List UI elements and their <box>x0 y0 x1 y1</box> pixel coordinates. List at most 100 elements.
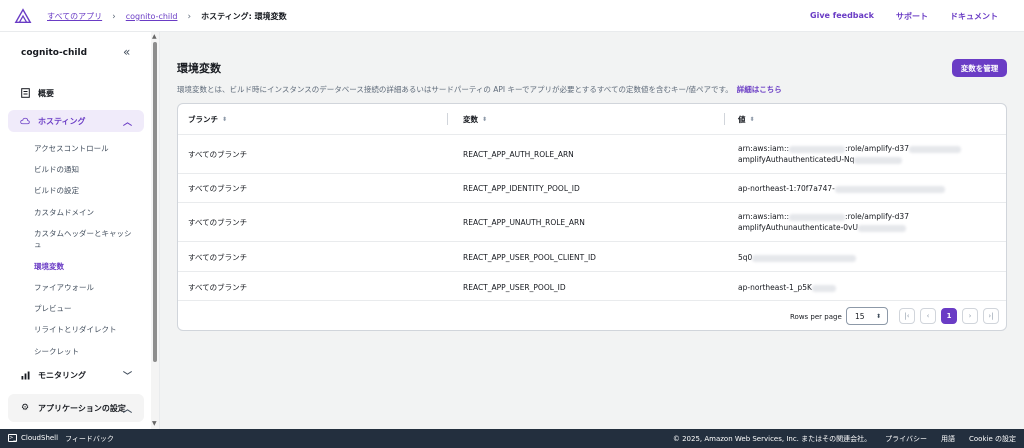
row-divider <box>178 202 1006 203</box>
document-icon <box>20 88 30 98</box>
column-header-label: ブランチ <box>188 114 218 124</box>
row-divider <box>178 271 1006 272</box>
sidebar: cognito-child « 概要 ホスティング ︿ アクセスコントロール ビ… <box>0 32 160 429</box>
cloudshell-label: CloudShell <box>21 434 59 442</box>
column-divider[interactable] <box>724 113 725 125</box>
terms-link[interactable]: 用語 <box>941 434 955 444</box>
value-text: 5q0 <box>738 253 753 262</box>
chevron-right-icon: › <box>968 312 972 320</box>
sidebar-subitem-secrets[interactable]: シークレット <box>34 346 144 357</box>
row-divider <box>178 300 1006 301</box>
amplify-logo-icon[interactable] <box>14 7 32 25</box>
sidebar-item-label: 概要 <box>38 88 54 98</box>
table-cell-value: ap-northeast-1:70f7a747- <box>738 183 945 194</box>
documentation-link[interactable]: ドキュメント <box>950 11 998 22</box>
sidebar-subitem-build-notifications[interactable]: ビルドの通知 <box>34 164 144 175</box>
breadcrumb: すべてのアプリ › cognito-child › ホスティング: 環境変数 <box>47 11 287 22</box>
sidebar-subitem-build-settings[interactable]: ビルドの設定 <box>34 185 144 196</box>
value-text: :role/amplify-d37 <box>845 144 909 153</box>
column-header-branch[interactable]: ブランチ ⬍ <box>188 104 227 134</box>
sidebar-item-monitoring[interactable]: モニタリング ﹀ <box>8 364 144 386</box>
column-header-variable[interactable]: 変数 ⬍ <box>463 104 487 134</box>
cookie-settings-link[interactable]: Cookie の設定 <box>969 434 1016 444</box>
table-cell-variable: REACT_APP_IDENTITY_POOL_ID <box>463 184 580 193</box>
column-divider[interactable] <box>447 113 448 125</box>
row-divider <box>178 134 1006 135</box>
table-cell-branch: すべてのブランチ <box>188 150 248 159</box>
page-description: 環境変数とは、ビルド時にインスタンスのデータベース接続の詳細あるいはサードパーテ… <box>177 84 782 95</box>
breadcrumb-app[interactable]: cognito-child <box>126 12 178 21</box>
sidebar-item-app-settings[interactable]: ⚙ アプリケーションの設定 ︿ <box>8 394 144 422</box>
previous-page-button[interactable]: ‹ <box>920 308 936 324</box>
sidebar-subitem-access-control[interactable]: アクセスコントロール <box>34 143 144 154</box>
table-cell-branch: すべてのブランチ <box>188 283 248 292</box>
sidebar-subitem-custom-headers[interactable]: カスタムヘッダーとキャッシュ <box>34 228 134 250</box>
table-cell-variable: REACT_APP_USER_POOL_CLIENT_ID <box>463 253 596 262</box>
first-page-icon: |‹ <box>904 312 910 320</box>
last-page-button[interactable]: ›| <box>983 308 999 324</box>
learn-more-link[interactable]: 詳細はこちら <box>737 85 782 94</box>
page-number-button[interactable]: 1 <box>941 308 957 324</box>
cloud-icon <box>20 116 30 126</box>
chevron-down-icon: ﹀ <box>122 371 132 382</box>
chevron-right-icon: › <box>187 11 192 22</box>
sidebar-item-label: アプリケーションの設定 <box>38 403 126 413</box>
breadcrumb-current: ホスティング: 環境変数 <box>201 12 287 21</box>
next-page-button[interactable]: › <box>962 308 978 324</box>
sidebar-subitem-custom-domains[interactable]: カスタムドメイン <box>34 207 144 218</box>
copyright-text: © 2025, Amazon Web Services, Inc. またはその関… <box>672 435 872 443</box>
chevron-up-icon: ︿ <box>122 117 132 128</box>
sidebar-app-title: cognito-child <box>21 48 88 58</box>
support-link[interactable]: サポート <box>896 11 928 22</box>
table-cell-branch: すべてのブランチ <box>188 184 248 193</box>
top-navigation-bar: すべてのアプリ › cognito-child › ホスティング: 環境変数 G… <box>0 0 1024 32</box>
row-divider <box>178 241 1006 242</box>
redacted-value <box>854 156 903 164</box>
give-feedback-link[interactable]: Give feedback <box>810 11 874 22</box>
column-header-label: 変数 <box>463 114 478 124</box>
sidebar-subitem-environment-variables[interactable]: 環境変数 <box>34 261 144 272</box>
value-text: ap-northeast-1_p5K <box>738 283 812 292</box>
sidebar-item-hosting[interactable]: ホスティング ︿ <box>8 110 144 132</box>
scroll-down-icon[interactable]: ▼ <box>152 420 157 427</box>
cloudshell-button[interactable]: >_ CloudShell <box>8 434 58 442</box>
sidebar-scrollbar-thumb[interactable] <box>153 42 157 362</box>
table-cell-branch: すべてのブランチ <box>188 253 248 262</box>
sidebar-subitem-rewrites-redirects[interactable]: リライトとリダイレクト <box>34 324 144 335</box>
table-cell-variable: REACT_APP_AUTH_ROLE_ARN <box>463 150 574 159</box>
gear-icon: ⚙ <box>20 403 30 413</box>
redacted-value <box>908 145 961 153</box>
column-header-value[interactable]: 値 ⬍ <box>738 104 755 134</box>
breadcrumb-all-apps[interactable]: すべてのアプリ <box>47 11 102 22</box>
last-page-icon: ›| <box>988 312 994 320</box>
sidebar-subitem-previews[interactable]: プレビュー <box>34 303 144 314</box>
table-cell-value: arn:aws:iam:::role/amplify-d37 amplifyAu… <box>738 211 909 233</box>
redacted-value <box>752 254 857 262</box>
top-links: Give feedback サポート ドキュメント <box>810 11 998 22</box>
sidebar-subitem-firewall[interactable]: ファイアウォール <box>34 282 144 293</box>
row-divider <box>178 173 1006 174</box>
feedback-link[interactable]: フィードバック <box>65 434 114 444</box>
value-text: arn:aws:iam:: <box>738 144 790 153</box>
sidebar-item-overview[interactable]: 概要 <box>8 82 144 104</box>
chevron-up-icon: ︿ <box>122 404 132 415</box>
footer-links: © 2025, Amazon Web Services, Inc. またはその関… <box>673 434 1016 444</box>
column-header-label: 値 <box>738 114 746 124</box>
table-cell-value: 5q0 <box>738 252 857 263</box>
redacted-value <box>789 213 846 221</box>
chevron-right-icon: › <box>112 11 116 22</box>
first-page-button[interactable]: |‹ <box>899 308 915 324</box>
sidebar-item-label: モニタリング <box>38 370 86 380</box>
value-text: amplifyAuthauthenticatedU-Nq <box>738 155 855 164</box>
page-number: 1 <box>946 312 952 320</box>
privacy-link[interactable]: プライバシー <box>885 434 927 444</box>
table-cell-branch: すべてのブランチ <box>188 218 248 227</box>
collapse-sidebar-icon[interactable]: « <box>123 45 130 59</box>
sort-icon: ⬍ <box>222 115 228 123</box>
environment-variables-table: ブランチ ⬍ 変数 ⬍ 値 ⬍ すべてのブランチ REACT_APP_AUTH_ROL… <box>177 103 1007 331</box>
rows-per-page-value: 15 <box>855 311 865 321</box>
rows-per-page-select[interactable]: 15 ⬍ <box>846 307 888 325</box>
manage-variables-button[interactable]: 変数を管理 <box>952 59 1007 77</box>
table-cell-value: ap-northeast-1_p5K <box>738 282 836 293</box>
scroll-up-icon[interactable]: ▲ <box>152 33 157 40</box>
